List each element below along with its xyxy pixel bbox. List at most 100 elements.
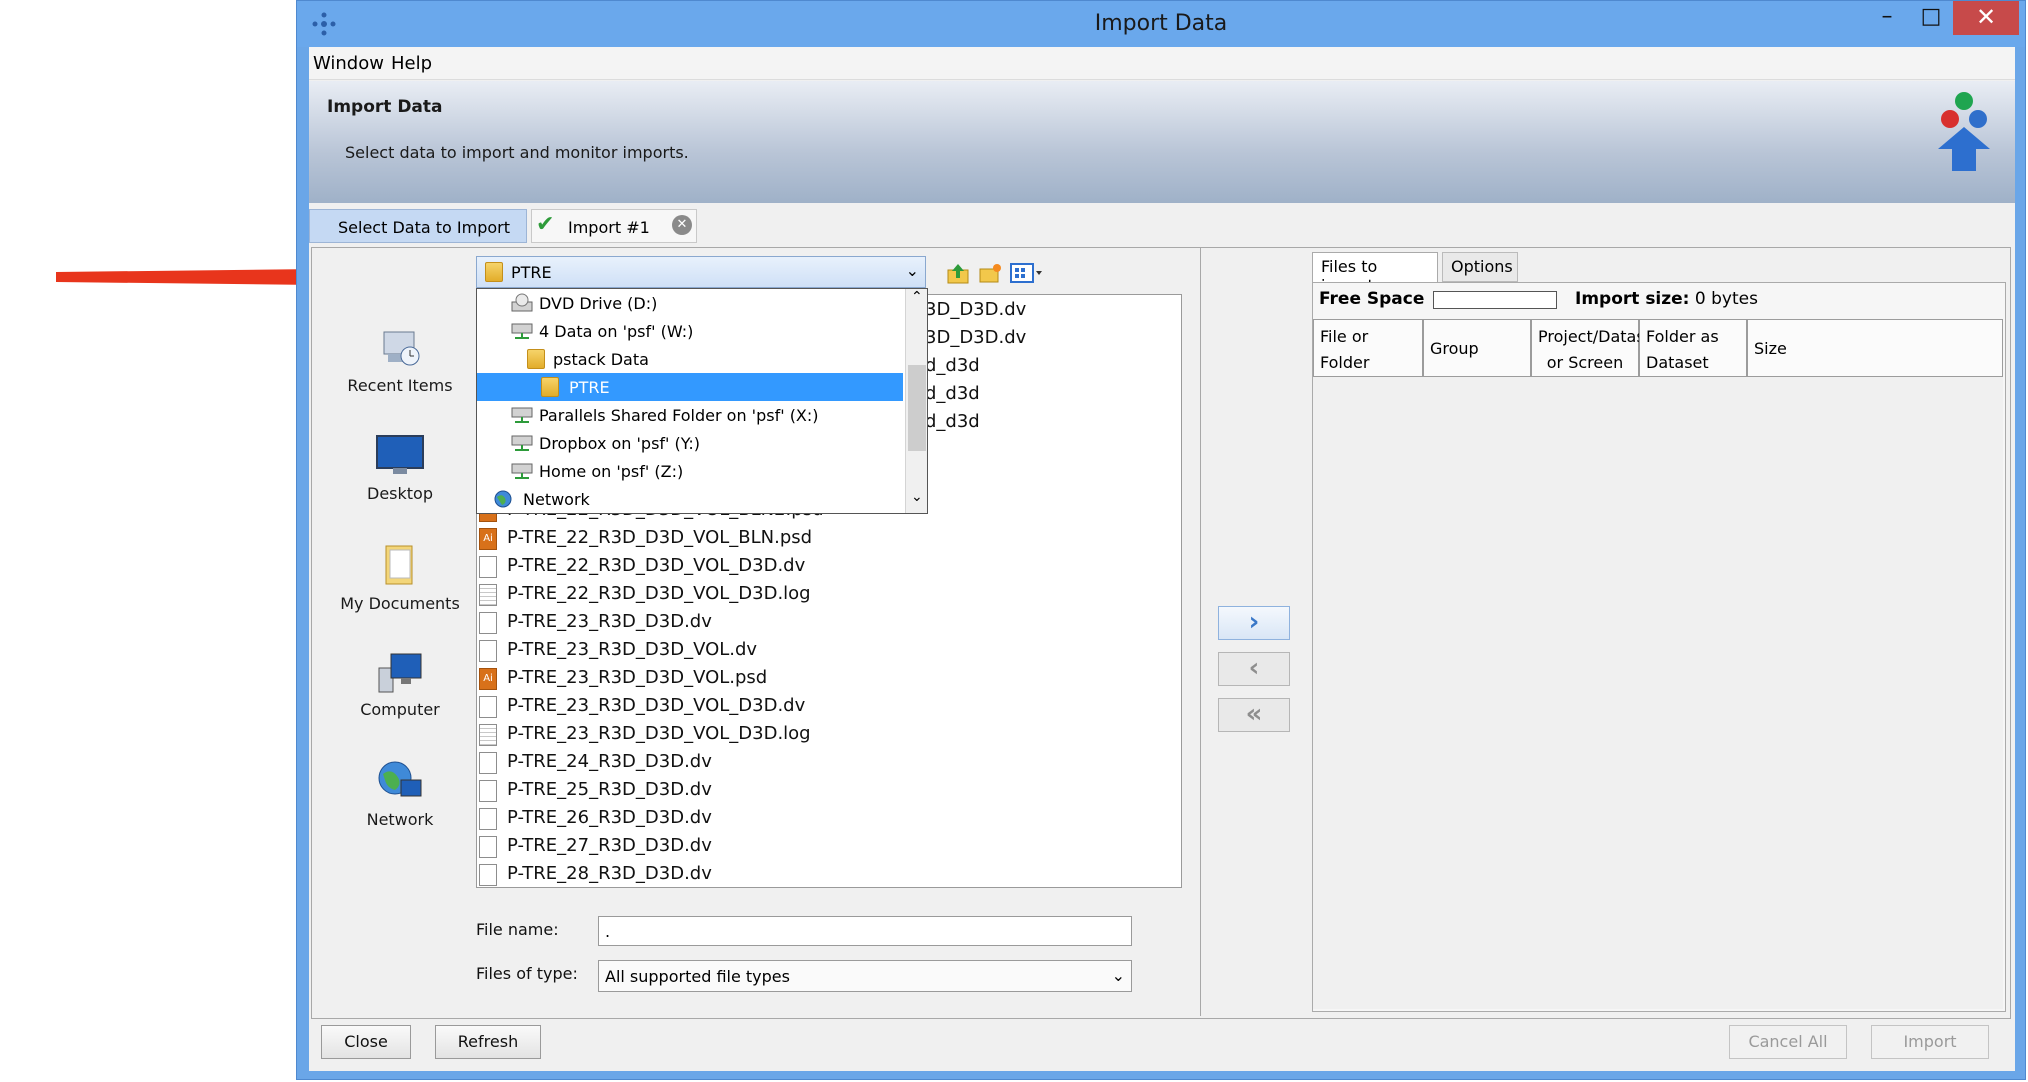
illustrator-file-icon: Ai — [479, 668, 497, 690]
dropdown-item-w-drive[interactable]: 4 Data on 'psf' (W:) — [477, 317, 903, 345]
folder-icon — [485, 262, 503, 282]
dropdown-item-ptre[interactable]: PTRE — [477, 373, 903, 401]
sidebar-item-computer[interactable]: Computer — [338, 650, 462, 719]
sidebar-label-network: Network — [366, 810, 434, 829]
chevron-down-icon: ⌄ — [905, 261, 919, 280]
file-fragment[interactable]: d_d3d — [925, 411, 980, 432]
sidebar-label-computer: Computer — [360, 700, 440, 719]
tab-import-label: Import #1 — [568, 218, 650, 237]
file-icon — [479, 864, 497, 886]
column-header-size[interactable]: Size — [1747, 319, 2003, 377]
recent-items-icon — [383, 331, 420, 366]
banner-title: Import Data — [327, 97, 443, 117]
folder-icon — [527, 349, 545, 369]
minimize-button[interactable]: – — [1865, 1, 1909, 35]
file-name-label: File name: — [476, 920, 559, 939]
new-folder-icon[interactable] — [978, 262, 1002, 284]
check-icon: ✔ — [536, 212, 555, 237]
file-type-select[interactable]: All supported file types ⌄ — [598, 960, 1132, 992]
computer-icon — [378, 653, 422, 693]
tab-select-data[interactable]: Select Data to Import — [309, 209, 527, 243]
file-fragment[interactable]: 3D_D3D.dv — [925, 327, 1026, 348]
network-drive-icon — [511, 463, 533, 479]
up-folder-icon[interactable] — [946, 262, 970, 284]
dropdown-item-z-drive[interactable]: Home on 'psf' (Z:) — [477, 457, 903, 485]
network-drive-icon — [511, 323, 533, 339]
tab-files-to-import[interactable]: Files to import — [1312, 252, 1438, 295]
refresh-button[interactable]: Refresh — [435, 1025, 541, 1059]
file-chooser: Recent Items Desktop My Documents Comput… — [312, 248, 1201, 1016]
header-banner: Import Data Select data to import and mo… — [309, 81, 2015, 203]
dropdown-item-x-drive[interactable]: Parallels Shared Folder on 'psf' (X:) — [477, 401, 903, 429]
sidebar-label-documents: My Documents — [340, 594, 460, 613]
sidebar-label-desktop: Desktop — [367, 484, 433, 503]
title-bar[interactable]: Import Data – □ ✕ — [297, 1, 2025, 47]
tab-options[interactable]: Options — [1442, 252, 1518, 282]
dropdown-item-pstack[interactable]: pstack Data — [477, 345, 903, 373]
column-header-project[interactable]: Project/Dataset or Screen — [1531, 319, 1661, 377]
files-to-import-panel: Free Space Import size: 0 bytes File or … — [1312, 282, 2006, 1012]
file-icon — [479, 836, 497, 858]
banner-description: Select data to import and monitor import… — [345, 143, 689, 162]
sidebar-item-recent[interactable]: Recent Items — [338, 326, 462, 395]
close-tab-icon[interactable]: ✕ — [672, 215, 692, 235]
network-drive-icon — [511, 407, 533, 423]
close-window-button[interactable]: ✕ — [1953, 1, 2019, 35]
view-menu-icon[interactable] — [1010, 262, 1044, 284]
remove-from-queue-button[interactable]: ‹ — [1218, 652, 1290, 686]
maximize-button[interactable]: □ — [1909, 1, 1953, 35]
menu-bar: Window Help — [309, 47, 2015, 80]
file-icon — [479, 640, 497, 662]
dropdown-item-y-drive[interactable]: Dropbox on 'psf' (Y:) — [477, 429, 903, 457]
free-space-bar — [1433, 291, 1557, 309]
menu-window[interactable]: Window — [313, 53, 384, 74]
file-icon — [479, 696, 497, 718]
column-header-file[interactable]: File or Folder — [1313, 319, 1423, 377]
sidebar-item-documents[interactable]: My Documents — [338, 542, 462, 613]
import-button[interactable]: Import — [1871, 1025, 1989, 1059]
sidebar-item-network[interactable]: Network — [338, 758, 462, 829]
close-button[interactable]: Close — [321, 1025, 411, 1059]
menu-help[interactable]: Help — [391, 53, 432, 74]
import-data-window: Import Data – □ ✕ Window Help Import Dat… — [296, 0, 2026, 1080]
look-in-dropdown-list[interactable]: DVD Drive (D:) 4 Data on 'psf' (W:) psta… — [476, 288, 928, 514]
dropdown-item-dvd[interactable]: DVD Drive (D:) — [477, 289, 903, 317]
sidebar-item-desktop[interactable]: Desktop — [338, 434, 462, 503]
dropdown-item-network[interactable]: Network — [477, 485, 903, 513]
file-icon — [479, 808, 497, 830]
column-header-group[interactable]: Group — [1423, 319, 1531, 377]
network-drive-icon — [511, 435, 533, 451]
import-size-value: 0 bytes — [1694, 289, 1758, 309]
free-space-label: Free Space — [1319, 289, 1425, 309]
look-in-value: PTRE — [511, 263, 552, 282]
file-icon — [479, 780, 497, 802]
desktop-icon — [376, 435, 424, 474]
cancel-all-button[interactable]: Cancel All — [1729, 1025, 1847, 1059]
chevron-down-icon: ⌄ — [1111, 966, 1125, 985]
add-to-queue-button[interactable]: › — [1218, 606, 1290, 640]
file-type-value: All supported file types — [605, 967, 790, 986]
import-queue-table[interactable]: File or Folder Group Project/Dataset or … — [1313, 319, 2003, 1009]
window-title: Import Data — [1094, 11, 1228, 36]
scrollbar-thumb[interactable] — [908, 365, 926, 451]
file-fragment[interactable]: d_d3d — [925, 355, 980, 376]
file-fragment[interactable]: 3D_D3D.dv — [925, 299, 1026, 320]
scroll-down-icon[interactable]: ⌄ — [911, 489, 923, 505]
look-in-combobox[interactable]: PTRE ⌄ — [476, 256, 926, 288]
remove-all-button[interactable]: « — [1218, 698, 1290, 732]
file-icon — [479, 612, 497, 634]
log-file-icon — [479, 584, 497, 606]
scroll-up-icon[interactable]: ⌃ — [911, 289, 923, 305]
my-documents-icon — [385, 545, 413, 585]
file-name-field[interactable]: . — [598, 916, 1132, 946]
dropdown-scrollbar[interactable]: ⌃ ⌄ — [905, 289, 927, 513]
main-panel: Recent Items Desktop My Documents Comput… — [311, 247, 2011, 1019]
folder-icon — [541, 377, 559, 397]
tab-import-1[interactable]: ✔ Import #1 ✕ — [531, 209, 697, 243]
client-area: Window Help Import Data Select data to i… — [309, 47, 2015, 1071]
omero-logo-icon — [1938, 92, 1990, 171]
file-fragment[interactable]: d_d3d — [925, 383, 980, 404]
illustrator-file-icon: Ai — [479, 528, 497, 550]
column-header-folder-dataset[interactable]: Folder as Dataset — [1639, 319, 1747, 377]
network-globe-icon — [378, 761, 422, 797]
